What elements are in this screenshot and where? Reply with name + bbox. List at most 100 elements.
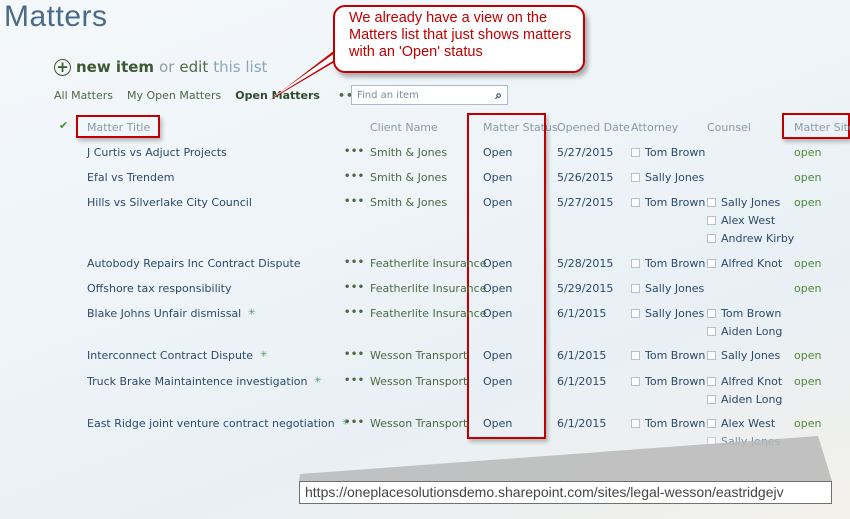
- matter-title-link[interactable]: Offshore tax responsibility: [87, 282, 232, 295]
- counsel-name[interactable]: Sally Jones: [721, 349, 780, 362]
- matter-title-link[interactable]: J Curtis vs Adjuct Projects: [87, 146, 227, 159]
- attorney-name[interactable]: Sally Jones: [645, 307, 704, 320]
- matter-site-link[interactable]: open: [794, 417, 821, 430]
- presence-checkbox-icon: [631, 284, 640, 293]
- counsel-name[interactable]: Alex West: [721, 214, 775, 227]
- client-name[interactable]: Wesson Transport: [370, 375, 467, 388]
- client-name[interactable]: Featherlite Insurance: [370, 257, 486, 270]
- matter-site-link[interactable]: open: [794, 146, 821, 159]
- counsel-name[interactable]: Aiden Long: [721, 325, 782, 338]
- counsel-person[interactable]: Sally Jones: [707, 196, 780, 209]
- counsel-name[interactable]: Sally Jones: [721, 435, 780, 448]
- counsel-name[interactable]: Aiden Long: [721, 393, 782, 406]
- attorney-name[interactable]: Sally Jones: [645, 171, 704, 184]
- item-menu-button[interactable]: •••: [344, 257, 365, 268]
- counsel-person[interactable]: Aiden Long: [707, 393, 782, 406]
- counsel-person[interactable]: Sally Jones: [707, 349, 780, 362]
- presence-checkbox-icon: [631, 148, 640, 157]
- column-header-matter-site[interactable]: Matter Site: [794, 121, 850, 134]
- client-name[interactable]: Wesson Transport: [370, 417, 467, 430]
- attorney-name[interactable]: Tom Brown: [645, 146, 705, 159]
- item-menu-button[interactable]: •••: [344, 282, 365, 293]
- attorney-person[interactable]: Sally Jones: [631, 282, 704, 295]
- matter-site-link[interactable]: open: [794, 282, 821, 295]
- item-menu-button[interactable]: •••: [344, 146, 365, 157]
- matter-title-link[interactable]: Autobody Repairs Inc Contract Dispute: [87, 257, 301, 270]
- presence-checkbox-icon: [631, 419, 640, 428]
- counsel-name[interactable]: Alfred Knot: [721, 257, 782, 270]
- search-input[interactable]: Find an item ⌕: [351, 85, 508, 105]
- presence-checkbox-icon: [707, 327, 716, 336]
- counsel-person[interactable]: Andrew Kirby: [707, 232, 794, 245]
- matter-title-link[interactable]: Hills vs Silverlake City Council: [87, 196, 252, 209]
- select-all-checkmark-icon[interactable]: ✔: [59, 119, 68, 132]
- counsel-person[interactable]: Alfred Knot: [707, 375, 782, 388]
- client-name[interactable]: Featherlite Insurance: [370, 307, 486, 320]
- matter-site-link[interactable]: open: [794, 171, 821, 184]
- counsel-name[interactable]: Alfred Knot: [721, 375, 782, 388]
- matter-site-link[interactable]: open: [794, 349, 821, 362]
- column-header-matter-title[interactable]: Matter Title: [87, 121, 150, 134]
- counsel-name[interactable]: Andrew Kirby: [721, 232, 794, 245]
- matter-title-link[interactable]: Blake Johns Unfair dismissal: [87, 307, 241, 320]
- column-header-client-name[interactable]: Client Name: [370, 121, 438, 134]
- attorney-name[interactable]: Tom Brown: [645, 257, 705, 270]
- matter-site-link[interactable]: open: [794, 196, 821, 209]
- opened-date: 6/1/2015: [557, 349, 607, 362]
- matter-site-link[interactable]: open: [794, 257, 821, 270]
- attorney-person[interactable]: Tom Brown: [631, 417, 705, 430]
- client-name[interactable]: Featherlite Insurance: [370, 282, 486, 295]
- matter-status: Open: [483, 349, 513, 362]
- counsel-person[interactable]: Aiden Long: [707, 325, 782, 338]
- new-item-icon: ✳: [248, 308, 256, 318]
- client-name[interactable]: Wesson Transport: [370, 349, 467, 362]
- view-all-matters[interactable]: All Matters: [54, 89, 113, 102]
- column-header-opened-date[interactable]: Opened Date: [557, 121, 630, 134]
- counsel-name[interactable]: Tom Brown: [721, 307, 781, 320]
- attorney-person[interactable]: Tom Brown: [631, 146, 705, 159]
- attorney-name[interactable]: Tom Brown: [645, 196, 705, 209]
- edit-link[interactable]: edit: [179, 58, 208, 76]
- counsel-person[interactable]: Alex West: [707, 417, 775, 430]
- item-menu-button[interactable]: •••: [344, 417, 365, 428]
- counsel-person[interactable]: Tom Brown: [707, 307, 781, 320]
- attorney-person[interactable]: Tom Brown: [631, 257, 705, 270]
- attorney-person[interactable]: Sally Jones: [631, 171, 704, 184]
- plus-circle-icon[interactable]: +: [54, 58, 71, 76]
- attorney-name[interactable]: Tom Brown: [645, 417, 705, 430]
- counsel-person[interactable]: Alex West: [707, 214, 775, 227]
- attorney-person[interactable]: Tom Brown: [631, 349, 705, 362]
- attorney-person[interactable]: Tom Brown: [631, 196, 705, 209]
- client-name[interactable]: Smith & Jones: [370, 196, 447, 209]
- attorney-person[interactable]: Tom Brown: [631, 375, 705, 388]
- attorney-name[interactable]: Tom Brown: [645, 375, 705, 388]
- attorney-person[interactable]: Sally Jones: [631, 307, 704, 320]
- matter-title-link[interactable]: Interconnect Contract Dispute: [87, 349, 253, 362]
- search-icon[interactable]: ⌕: [495, 88, 502, 103]
- attorney-name[interactable]: Sally Jones: [645, 282, 704, 295]
- item-menu-button[interactable]: •••: [344, 375, 365, 386]
- column-header-counsel[interactable]: Counsel: [707, 121, 751, 134]
- matter-site-link[interactable]: open: [794, 375, 821, 388]
- new-item-link[interactable]: new item: [76, 58, 154, 76]
- matter-title-link[interactable]: Truck Brake Maintaintence investigation: [87, 375, 307, 388]
- matter-title-link[interactable]: East Ridge joint venture contract negoti…: [87, 417, 335, 430]
- item-menu-button[interactable]: •••: [344, 196, 365, 207]
- attorney-name[interactable]: Tom Brown: [645, 349, 705, 362]
- counsel-name[interactable]: Alex West: [721, 417, 775, 430]
- view-my-open-matters[interactable]: My Open Matters: [127, 89, 221, 102]
- counsel-person[interactable]: Alfred Knot: [707, 257, 782, 270]
- matter-title-link[interactable]: Efal vs Trendem: [87, 171, 174, 184]
- item-menu-button[interactable]: •••: [344, 349, 365, 360]
- matter-status: Open: [483, 171, 513, 184]
- item-menu-button[interactable]: •••: [344, 171, 365, 182]
- client-name[interactable]: Smith & Jones: [370, 146, 447, 159]
- item-menu-button[interactable]: •••: [344, 307, 365, 318]
- client-name[interactable]: Smith & Jones: [370, 171, 447, 184]
- column-header-attorney[interactable]: Attorney: [631, 121, 678, 134]
- counsel-name[interactable]: Sally Jones: [721, 196, 780, 209]
- presence-checkbox-icon: [631, 259, 640, 268]
- presence-checkbox-icon: [707, 377, 716, 386]
- opened-date: 5/26/2015: [557, 171, 614, 184]
- counsel-person[interactable]: Sally Jones: [707, 435, 780, 448]
